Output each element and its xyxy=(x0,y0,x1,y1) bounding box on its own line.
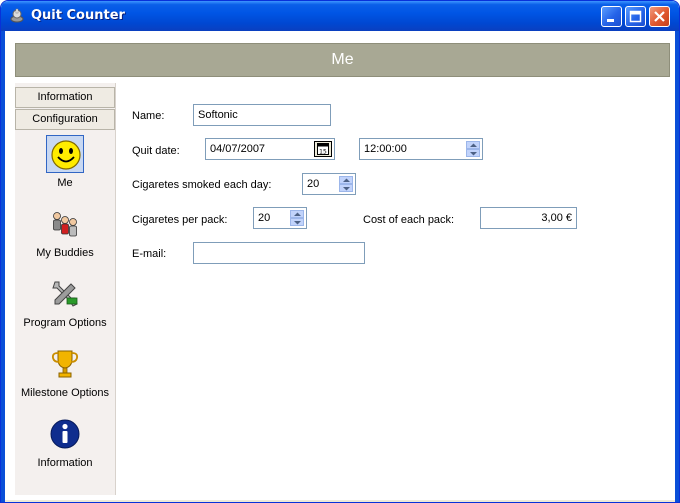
cigs-per-day-spinner[interactable] xyxy=(339,176,353,192)
calendar-button[interactable]: 15 xyxy=(314,141,332,157)
close-icon xyxy=(654,11,665,22)
maximize-button[interactable] xyxy=(625,6,646,27)
chevron-down-icon xyxy=(294,221,301,225)
trophy-icon xyxy=(51,350,79,378)
cigs-per-day-label: Cigaretes smoked each day: xyxy=(132,179,272,191)
buddies-icon-frame xyxy=(46,205,84,243)
sidebar: Information Configuration Me My Buddies … xyxy=(15,83,116,495)
spin-up-button[interactable] xyxy=(466,141,480,149)
calendar-icon: 15 xyxy=(317,143,329,155)
window-frame-right xyxy=(675,31,679,502)
email-label: E-mail: xyxy=(132,248,167,260)
sidebar-item-label: Milestone Options xyxy=(20,387,110,399)
chevron-up-icon xyxy=(470,143,477,147)
buddies-icon xyxy=(53,212,77,237)
spin-down-button[interactable] xyxy=(290,218,304,226)
sidebar-item-label: Information xyxy=(37,457,93,469)
pack-cost-field[interactable] xyxy=(480,207,577,229)
quit-date-field[interactable]: 15 xyxy=(205,138,335,160)
quit-date-input[interactable] xyxy=(210,142,310,156)
info-icon xyxy=(50,419,80,449)
sidebar-item-my-buddies[interactable]: My Buddies xyxy=(15,205,115,273)
header-bar: Me xyxy=(15,43,670,77)
info-icon-frame xyxy=(46,415,84,453)
sidebar-item-program-options[interactable]: Program Options xyxy=(15,275,115,343)
spin-down-button[interactable] xyxy=(339,184,353,192)
email-field[interactable] xyxy=(193,242,365,264)
pack-cost-label: Cost of each pack: xyxy=(363,214,455,226)
minimize-icon xyxy=(607,19,614,22)
cigs-per-day-input[interactable] xyxy=(307,177,337,191)
window-title: Quit Counter xyxy=(31,8,125,23)
spin-down-button[interactable] xyxy=(466,149,480,157)
email-input[interactable] xyxy=(198,246,360,260)
cigs-per-pack-label: Cigaretes per pack: xyxy=(132,214,228,226)
page-title: Me xyxy=(331,51,354,68)
quit-date-label: Quit date: xyxy=(132,145,180,157)
title-bar[interactable]: Quit Counter xyxy=(1,1,679,31)
pack-cost-input[interactable] xyxy=(485,211,572,225)
smiley-icon xyxy=(51,140,81,170)
name-input[interactable] xyxy=(198,108,326,122)
name-field[interactable] xyxy=(193,104,331,126)
client-area: Me Information Configuration Me My Buddi… xyxy=(5,31,675,500)
trophy-icon-frame xyxy=(46,345,84,383)
sidebar-item-label: My Buddies xyxy=(36,247,94,259)
name-label: Name: xyxy=(132,110,165,122)
app-window: Quit Counter Me Information Configuratio… xyxy=(0,0,680,503)
sidebar-item-milestone-options[interactable]: Milestone Options xyxy=(15,345,115,413)
sidebar-item-label: Program Options xyxy=(23,317,107,329)
cigs-per-day-field[interactable] xyxy=(302,173,356,195)
svg-text:15: 15 xyxy=(319,149,327,156)
sidebar-item-label: Me xyxy=(57,177,73,189)
app-icon xyxy=(9,8,25,24)
maximize-icon xyxy=(629,10,642,23)
quit-time-spinner[interactable] xyxy=(466,141,480,157)
smiley-icon-frame xyxy=(46,135,84,173)
cigs-per-pack-spinner[interactable] xyxy=(290,210,304,226)
spin-up-button[interactable] xyxy=(339,176,353,184)
close-button[interactable] xyxy=(649,6,670,27)
quit-time-field[interactable] xyxy=(359,138,483,160)
tools-icon xyxy=(52,281,78,307)
cigs-per-pack-field[interactable] xyxy=(253,207,307,229)
sidebar-tab-configuration[interactable]: Configuration xyxy=(15,109,115,130)
sidebar-item-information[interactable]: Information xyxy=(15,415,115,483)
chevron-down-icon xyxy=(470,152,477,156)
chevron-up-icon xyxy=(294,212,301,216)
chevron-up-icon xyxy=(343,178,350,182)
sidebar-item-me[interactable]: Me xyxy=(15,135,115,203)
tools-icon-frame xyxy=(46,275,84,313)
sidebar-tab-information[interactable]: Information xyxy=(15,87,115,108)
cigs-per-pack-input[interactable] xyxy=(258,211,288,225)
spin-up-button[interactable] xyxy=(290,210,304,218)
quit-time-input[interactable] xyxy=(364,142,460,156)
minimize-button[interactable] xyxy=(601,6,622,27)
chevron-down-icon xyxy=(343,187,350,191)
